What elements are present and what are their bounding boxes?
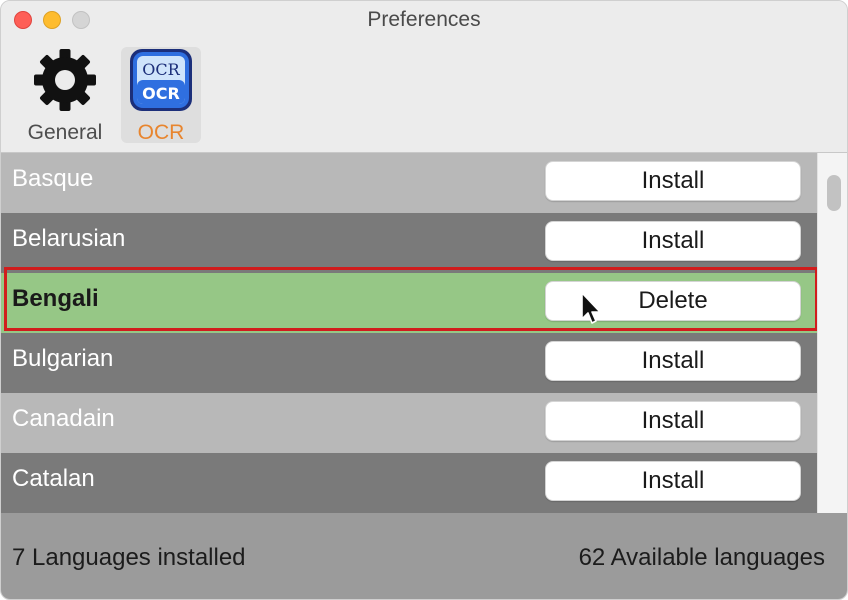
language-name: Belarusian bbox=[12, 225, 126, 252]
language-row-bulgarian[interactable]: Bulgarian Install bbox=[1, 333, 817, 393]
install-button[interactable]: Install bbox=[545, 461, 801, 501]
language-row-belarusian[interactable]: Belarusian Install bbox=[1, 213, 817, 273]
toolbar-tab-general-label: General bbox=[27, 121, 103, 144]
list-scrollbar[interactable] bbox=[817, 153, 847, 513]
toolbar-tab-general[interactable]: General bbox=[19, 47, 111, 144]
svg-text:OCR: OCR bbox=[142, 60, 180, 79]
language-name: Bulgarian bbox=[12, 345, 114, 372]
mouse-pointer-icon bbox=[581, 292, 601, 324]
install-button[interactable]: Install bbox=[545, 221, 801, 261]
language-name: Catalan bbox=[12, 465, 95, 492]
status-footer: 7 Languages installed 62 Available langu… bbox=[1, 513, 847, 599]
toolbar-tab-ocr[interactable]: OCR OCR OCR bbox=[121, 47, 201, 144]
language-list: Basque Install Belarusian Install Bengal… bbox=[1, 153, 817, 513]
ocr-icon: OCR OCR bbox=[128, 47, 194, 113]
gear-icon bbox=[32, 47, 98, 113]
toolbar-tab-ocr-label: OCR bbox=[137, 121, 185, 144]
install-button[interactable]: Install bbox=[545, 401, 801, 441]
installed-count-label: 7 Languages installed bbox=[12, 544, 246, 571]
language-row-canadain[interactable]: Canadain Install bbox=[1, 393, 817, 453]
preferences-toolbar: General OCR OCR OCR bbox=[1, 37, 847, 153]
available-count-label: 62 Available languages bbox=[578, 544, 825, 571]
language-name: Canadain bbox=[12, 405, 115, 432]
scrollbar-thumb[interactable] bbox=[827, 175, 841, 211]
language-row-basque[interactable]: Basque Install bbox=[1, 153, 817, 213]
preferences-window: Preferences General OCR OCR OCR Basque I… bbox=[0, 0, 848, 600]
language-name: Basque bbox=[12, 165, 94, 192]
install-button[interactable]: Install bbox=[545, 161, 801, 201]
selection-highlight-box bbox=[4, 267, 817, 331]
language-row-catalan[interactable]: Catalan Install bbox=[1, 453, 817, 513]
window-title: Preferences bbox=[367, 8, 481, 31]
install-button[interactable]: Install bbox=[545, 341, 801, 381]
svg-text:OCR: OCR bbox=[142, 84, 180, 103]
title-bar: Preferences bbox=[1, 1, 847, 37]
